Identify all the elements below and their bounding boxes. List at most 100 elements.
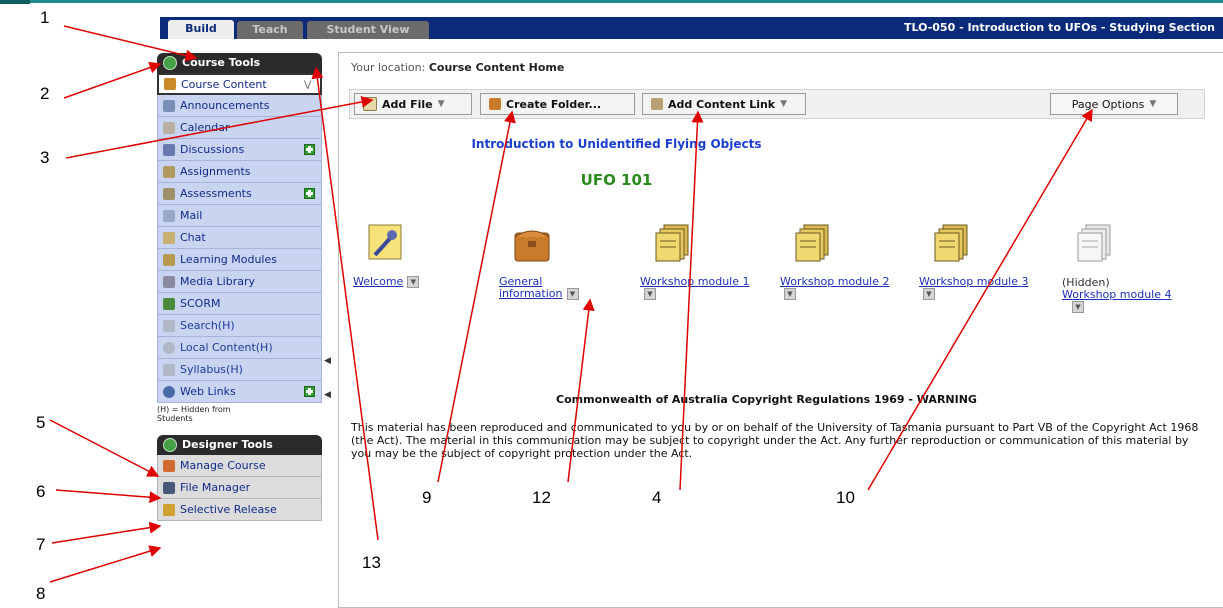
- course-title: TLO-050 - Introduction to UFOs - Studyin…: [904, 21, 1215, 34]
- sidebar-item-course-content[interactable]: Course Content: [157, 73, 322, 95]
- chevron-down-icon[interactable]: ▼: [1072, 301, 1084, 313]
- content-link-workshop-module-4[interactable]: Workshop module 4 ▼: [1062, 289, 1192, 313]
- chat-icon: [163, 231, 175, 244]
- content-label[interactable]: General information: [499, 275, 563, 300]
- web-links-icon: [163, 385, 175, 398]
- module-icon: [652, 223, 692, 263]
- content-label[interactable]: Workshop module 1: [640, 275, 749, 288]
- arrow-6: [55, 489, 162, 504]
- sidebar-item-media-library[interactable]: Media Library: [157, 271, 322, 293]
- sidebar-item-scorm[interactable]: SCORM: [157, 293, 322, 315]
- sidebar-item-label: SCORM: [180, 297, 221, 310]
- sidebar-item-discussions[interactable]: Discussions: [157, 139, 322, 161]
- sidebar-item-label: Course Content: [181, 77, 267, 91]
- callout-10: 10: [836, 488, 855, 507]
- content-label[interactable]: Workshop module 2: [780, 275, 889, 288]
- callout-1: 1: [40, 8, 50, 27]
- calendar-icon: [163, 121, 175, 134]
- syllabus-icon: [163, 363, 175, 376]
- sidebar-item-web-links[interactable]: Web Links: [157, 381, 322, 403]
- course-code-heading: UFO 101: [580, 171, 653, 189]
- collapse-sidebar-icon[interactable]: ◀: [324, 356, 331, 366]
- content-link-general-information[interactable]: General information ▼: [499, 276, 609, 300]
- sidebar-item-calendar[interactable]: Calendar: [157, 117, 322, 139]
- add-file-label: Add File: [382, 97, 433, 111]
- sidebar-item-label: Assignments: [180, 165, 251, 178]
- sidebar-item-file-manager[interactable]: File Manager: [157, 477, 322, 499]
- chevron-down-icon[interactable]: ▼: [407, 276, 420, 288]
- arrow-8: [49, 545, 162, 583]
- create-folder-button[interactable]: Create Folder...: [480, 93, 635, 115]
- sidebar-item-announcements[interactable]: Announcements: [157, 95, 322, 117]
- chevron-down-icon[interactable]: ▼: [784, 288, 796, 300]
- create-folder-label: Create Folder...: [506, 97, 602, 111]
- arrow-5: [49, 419, 160, 477]
- sidebar-item-manage-course[interactable]: Manage Course: [157, 455, 322, 477]
- module-icon: [163, 253, 175, 266]
- arrow-7: [51, 521, 162, 544]
- add-web-link-icon[interactable]: [304, 386, 315, 397]
- content-link-workshop-module-1[interactable]: Workshop module 1▼: [640, 276, 750, 300]
- chevron-down-icon[interactable]: ▼: [566, 288, 579, 300]
- breadcrumb-value[interactable]: Course Content Home: [429, 61, 565, 74]
- callout-6: 6: [36, 482, 46, 501]
- sidebar-item-label: Discussions: [180, 143, 245, 156]
- tab-build[interactable]: Build: [168, 20, 234, 39]
- sidebar-item-chat[interactable]: Chat: [157, 227, 322, 249]
- pushpin-icon: [365, 223, 405, 263]
- content-item-workshop-module-3: Workshop module 3▼: [919, 223, 1029, 300]
- assignment-icon: [163, 165, 175, 178]
- content-link-icon: [651, 98, 663, 110]
- sidebar-item-selective-release[interactable]: Selective Release: [157, 499, 322, 521]
- course-tools-icon: [163, 56, 177, 70]
- content-label[interactable]: Welcome: [353, 275, 403, 288]
- chevron-down-icon[interactable]: ⋁: [304, 80, 311, 90]
- callout-9: 9: [422, 488, 432, 507]
- content-link-welcome[interactable]: Welcome ▼: [353, 276, 463, 288]
- content-label[interactable]: Workshop module 3: [919, 275, 1028, 288]
- top-accent-line: [0, 0, 1223, 3]
- sidebar-item-label: Selective Release: [180, 503, 277, 516]
- course-name-heading: Introduction to Unidentified Flying Obje…: [471, 137, 762, 151]
- file-icon: [363, 97, 377, 111]
- designer-tools-title: Designer Tools: [182, 438, 273, 451]
- sidebar-item-learning-modules[interactable]: Learning Modules: [157, 249, 322, 271]
- page-options-button[interactable]: Page Options ▼: [1050, 93, 1178, 115]
- pushpin-icon: [163, 143, 175, 156]
- tab-teach[interactable]: Teach: [237, 21, 303, 39]
- sidebar-item-label: Calendar: [180, 121, 230, 134]
- sidebar-item-label: Search(H): [180, 319, 235, 332]
- tab-student-view[interactable]: Student View: [307, 21, 429, 39]
- add-assessment-icon[interactable]: [304, 188, 315, 199]
- callout-5: 5: [36, 413, 46, 432]
- sidebar-item-local-content[interactable]: Local Content(H): [157, 337, 322, 359]
- sidebar-item-label: Assessments: [180, 187, 252, 200]
- content-link-workshop-module-3[interactable]: Workshop module 3▼: [919, 276, 1029, 300]
- add-content-link-button[interactable]: Add Content Link ▼: [642, 93, 806, 115]
- callout-13: 13: [362, 553, 381, 572]
- content-item-workshop-module-1: Workshop module 1▼: [640, 223, 750, 300]
- add-discussion-icon[interactable]: [304, 144, 315, 155]
- callout-8: 8: [36, 584, 46, 603]
- collapse-sidebar-icon-2[interactable]: ◀: [324, 390, 331, 400]
- sidebar-item-search[interactable]: Search(H): [157, 315, 322, 337]
- folder-icon: [164, 78, 176, 90]
- sidebar-item-syllabus[interactable]: Syllabus(H): [157, 359, 322, 381]
- sidebar-item-assessments[interactable]: Assessments: [157, 183, 322, 205]
- sidebar-item-label: Syllabus(H): [180, 363, 243, 376]
- chevron-down-icon[interactable]: ▼: [644, 288, 656, 300]
- sidebar-item-mail[interactable]: Mail: [157, 205, 322, 227]
- content-link-workshop-module-2[interactable]: Workshop module 2▼: [780, 276, 890, 300]
- announcement-icon: [163, 99, 175, 112]
- top-accent-corner: [0, 0, 30, 4]
- content-item-workshop-module-2: Workshop module 2▼: [780, 223, 890, 300]
- chevron-down-icon[interactable]: ▼: [923, 288, 935, 300]
- hidden-legend: (H) = Hidden from Students: [157, 405, 231, 423]
- add-file-button[interactable]: Add File ▼: [354, 93, 472, 115]
- sidebar-item-assignments[interactable]: Assignments: [157, 161, 322, 183]
- tab-bar: Build Teach Student View TLO-050 - Intro…: [160, 17, 1223, 39]
- mail-icon: [163, 209, 175, 222]
- add-content-link-label: Add Content Link: [668, 97, 776, 111]
- sidebar-item-label: Local Content(H): [180, 341, 273, 354]
- content-label[interactable]: Workshop module 4: [1062, 288, 1171, 301]
